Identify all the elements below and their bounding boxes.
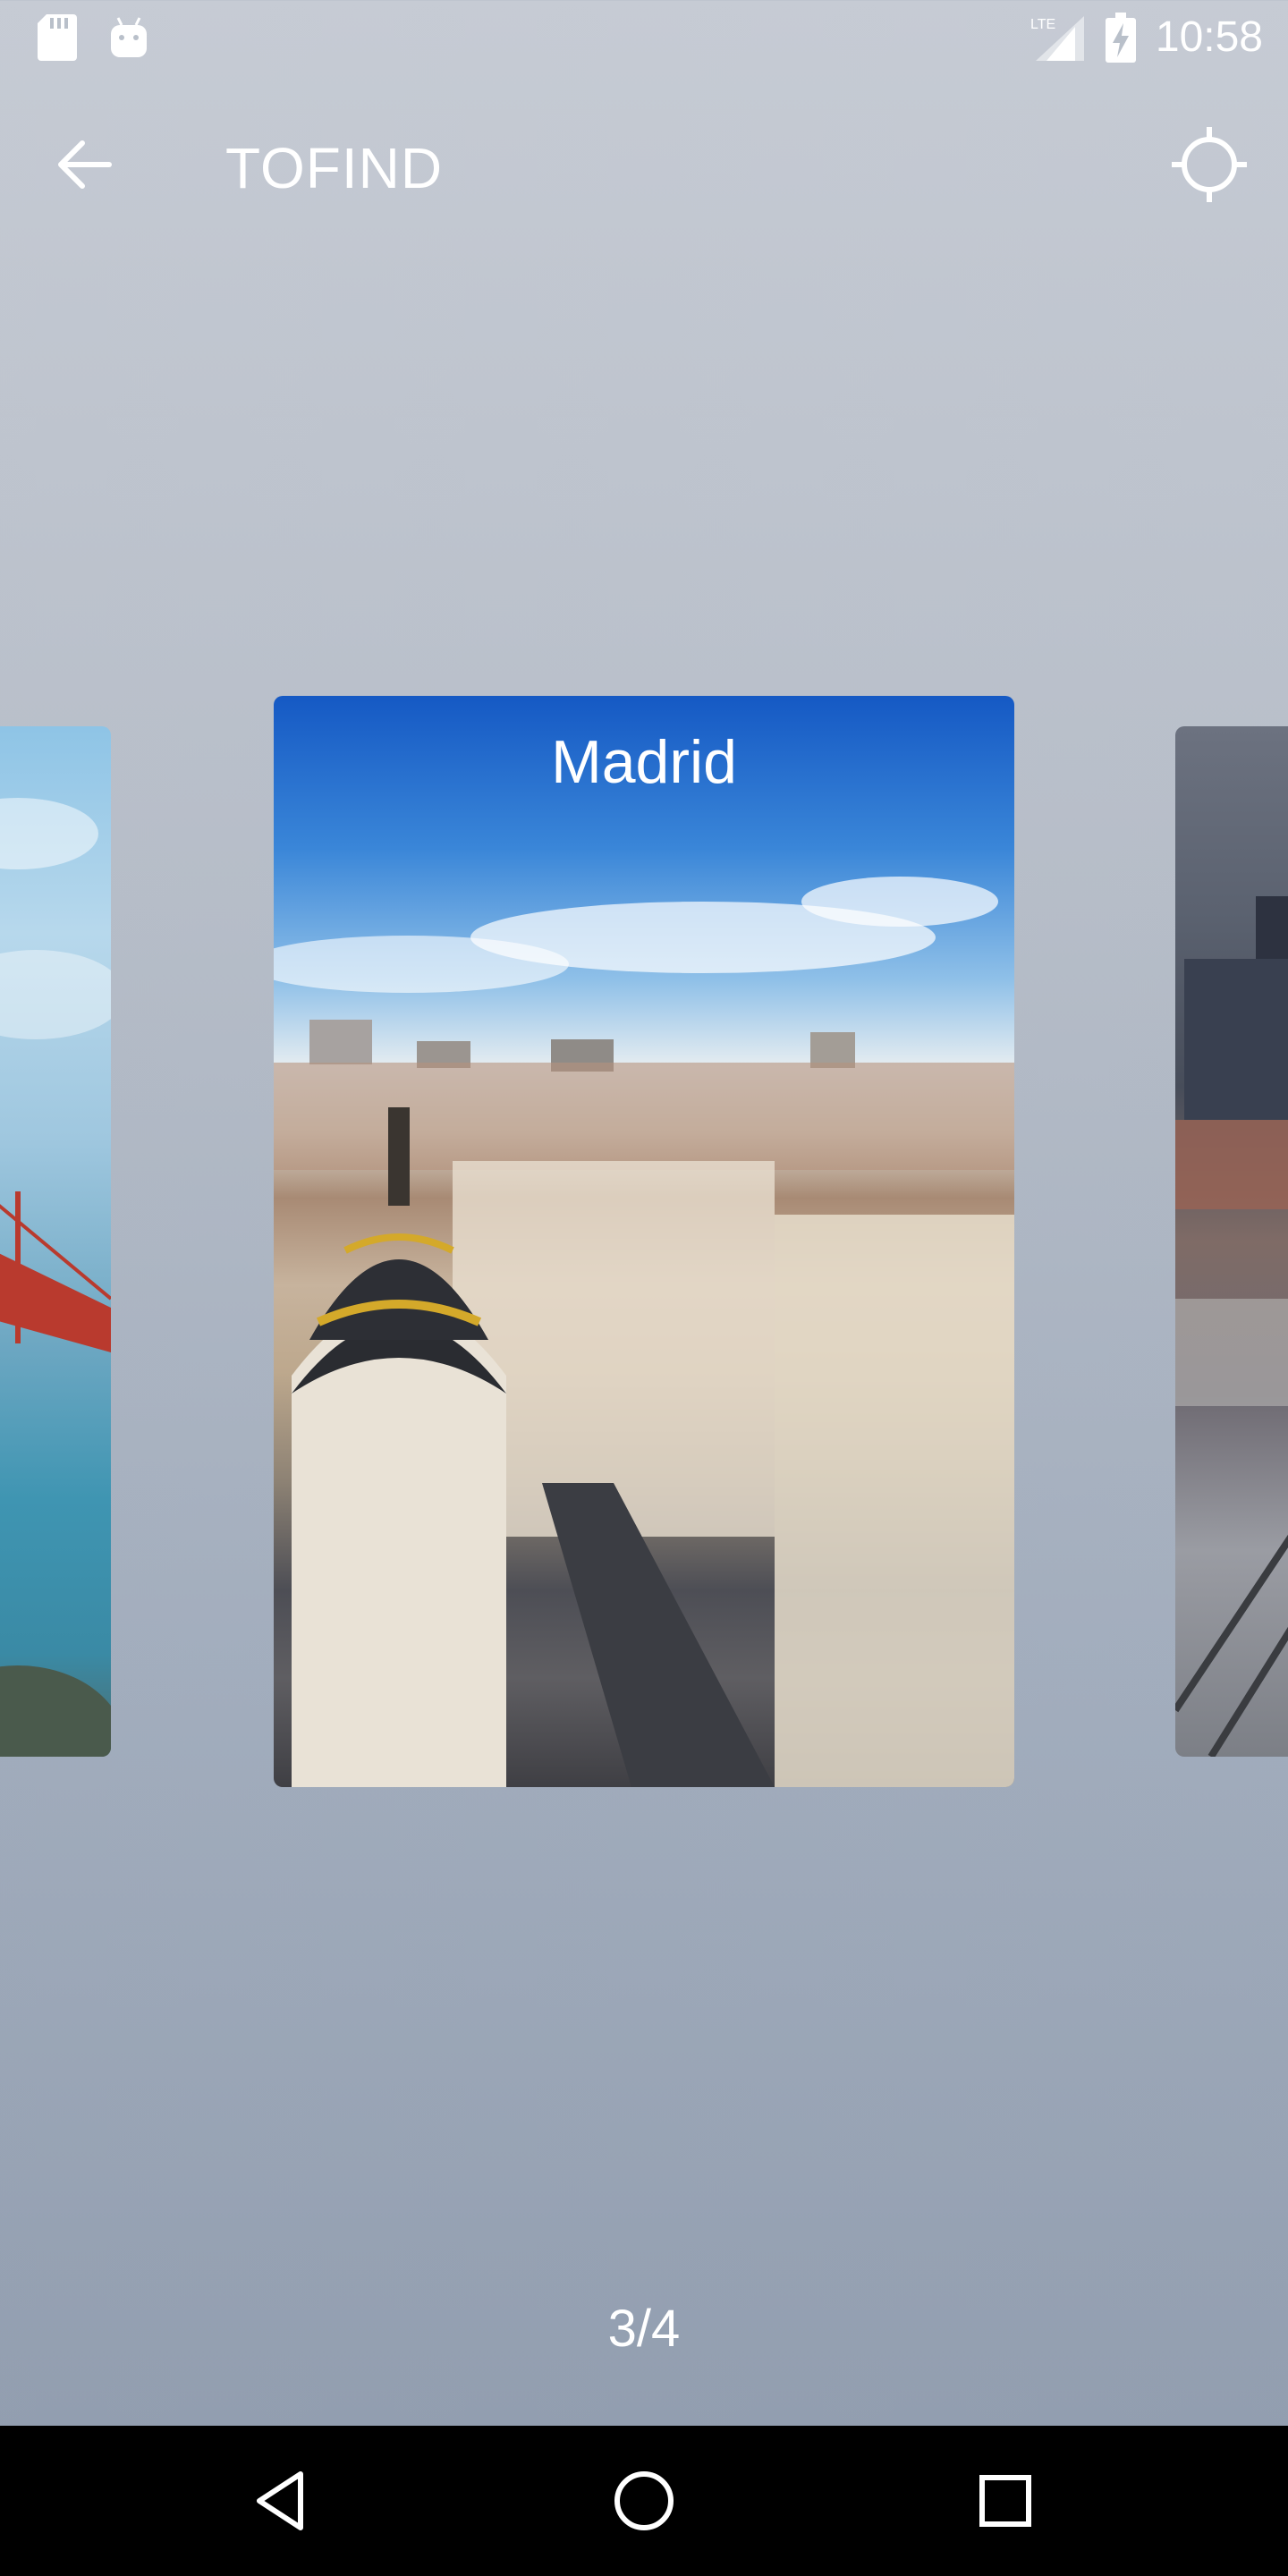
back-button[interactable] bbox=[50, 129, 122, 200]
back-triangle-icon bbox=[257, 2471, 303, 2530]
my-location-icon bbox=[1172, 127, 1247, 202]
system-nav-bar bbox=[0, 2426, 1288, 2576]
arrow-back-icon bbox=[58, 140, 112, 189]
signal-icon: LTE bbox=[1030, 16, 1084, 61]
my-location-button[interactable] bbox=[1166, 122, 1252, 208]
sd-card-icon bbox=[38, 14, 77, 61]
nav-back-button[interactable] bbox=[247, 2465, 318, 2537]
carousel-card-previous[interactable] bbox=[0, 726, 111, 1757]
app-bar: TOFIND bbox=[0, 75, 1288, 250]
status-time: 10:58 bbox=[1155, 13, 1263, 61]
status-left-icons bbox=[38, 14, 148, 61]
madrid-city-image bbox=[274, 877, 1014, 1787]
app-title: TOFIND bbox=[225, 136, 444, 200]
carousel-page-counter: 3/4 bbox=[607, 2300, 681, 2358]
home-circle-icon bbox=[614, 2471, 674, 2530]
carousel-card-next[interactable] bbox=[1175, 726, 1288, 1757]
network-type-label: LTE bbox=[1030, 17, 1055, 32]
android-icon bbox=[111, 17, 147, 57]
status-bar: LTE 10:58 bbox=[0, 0, 1288, 75]
card-title: Madrid bbox=[551, 728, 737, 796]
recents-square-icon bbox=[979, 2475, 1031, 2527]
status-right-icons: LTE 10:58 bbox=[1029, 11, 1263, 64]
carousel-card-current[interactable]: Madrid bbox=[274, 696, 1014, 1787]
battery-charging-icon bbox=[1105, 13, 1136, 63]
bridge-image bbox=[0, 798, 111, 1757]
nav-home-button[interactable] bbox=[608, 2465, 680, 2537]
nav-recents-button[interactable] bbox=[970, 2465, 1041, 2537]
night-city-image bbox=[1175, 896, 1288, 1757]
